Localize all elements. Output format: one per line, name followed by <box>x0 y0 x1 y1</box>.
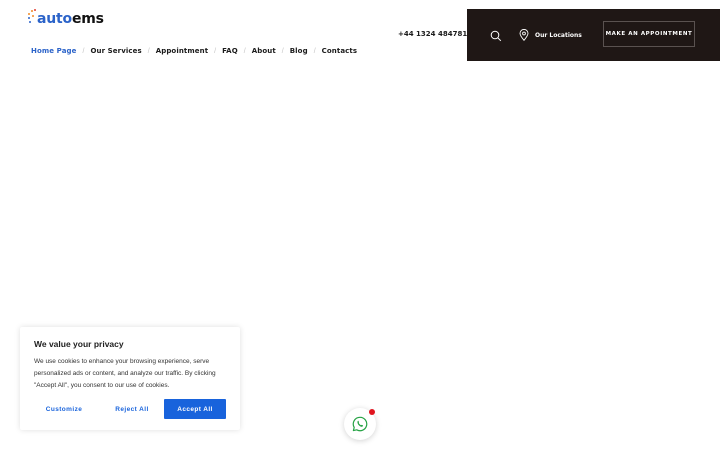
cookie-banner-text: We use cookies to enhance your browsing … <box>34 358 216 389</box>
reject-all-button[interactable]: Reject All <box>102 399 162 419</box>
nav-item-appointment[interactable]: Appointment <box>156 47 208 55</box>
nav-item-about[interactable]: About <box>252 47 276 55</box>
nav-item-contacts[interactable]: Contacts <box>322 47 357 55</box>
nav-item-home[interactable]: Home Page <box>31 47 76 55</box>
cookie-banner-title: We value your privacy <box>34 339 124 349</box>
make-appointment-button[interactable]: MAKE AN APPOINTMENT <box>603 21 695 47</box>
main-navigation: Home Page / Our Services / Appointment /… <box>31 45 357 57</box>
nav-separator: / <box>214 47 217 55</box>
nav-item-blog[interactable]: Blog <box>290 47 308 55</box>
nav-separator: / <box>281 47 284 55</box>
nav-separator: / <box>147 47 150 55</box>
logo-mark-icon <box>28 9 36 27</box>
accept-all-button[interactable]: Accept All <box>164 399 226 419</box>
make-appointment-label: MAKE AN APPOINTMENT <box>605 31 693 37</box>
our-locations-link[interactable]: Our Locations <box>519 29 582 41</box>
nav-separator: / <box>313 47 316 55</box>
phone-number-link[interactable]: +44 1324 484781 <box>398 30 467 38</box>
search-icon <box>490 30 502 42</box>
search-button[interactable] <box>490 29 502 42</box>
whatsapp-icon <box>352 416 368 432</box>
nav-separator: / <box>243 47 246 55</box>
nav-separator: / <box>82 47 85 55</box>
customize-button[interactable]: Customize <box>34 399 94 419</box>
our-locations-label: Our Locations <box>535 31 582 39</box>
cookie-consent-banner: We value your privacy We use cookies to … <box>20 327 240 430</box>
autoems-logo[interactable]: autoems <box>28 7 104 27</box>
nav-item-faq[interactable]: FAQ <box>222 47 238 55</box>
notification-dot <box>369 409 375 415</box>
map-pin-icon <box>519 29 529 41</box>
logo-text: autoems <box>37 11 104 27</box>
nav-item-services[interactable]: Our Services <box>90 47 141 55</box>
site-header: autoems Home Page / Our Services / Appoi… <box>0 0 720 62</box>
